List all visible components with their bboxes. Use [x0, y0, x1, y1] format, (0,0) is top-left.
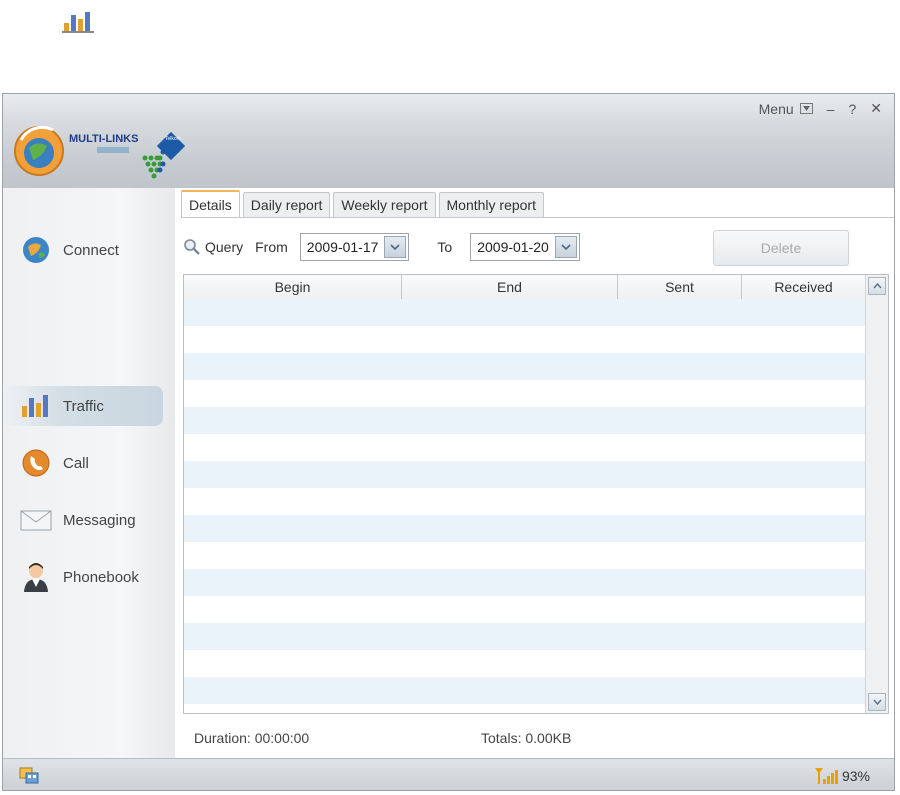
tab-divider: [181, 217, 894, 218]
traffic-details-table: Begin End Sent Received: [183, 274, 889, 714]
status-bar: 93%: [3, 758, 894, 790]
envelope-icon: [19, 503, 53, 537]
from-label: From: [255, 239, 288, 255]
globe-connect-icon: [19, 233, 53, 267]
sidebar-item-traffic[interactable]: Traffic: [3, 386, 163, 426]
table-row: [184, 461, 866, 488]
chevron-down-icon[interactable]: [554, 236, 577, 258]
vertical-scrollbar[interactable]: [865, 275, 888, 713]
query-button[interactable]: Query: [183, 238, 243, 256]
svg-text:Telkom: Telkom: [165, 136, 181, 142]
from-date-picker[interactable]: 2009-01-17: [299, 233, 410, 261]
table-row: [184, 299, 866, 326]
sidebar-item-call[interactable]: Call: [3, 443, 163, 483]
titlebar-controls: Menu – ? ✕: [759, 100, 882, 117]
phone-call-icon: [19, 446, 53, 480]
column-header-sent[interactable]: Sent: [618, 275, 742, 299]
table-row: [184, 704, 866, 713]
menu-button[interactable]: Menu: [759, 101, 813, 117]
delete-button[interactable]: Delete: [713, 230, 849, 266]
column-header-end[interactable]: End: [402, 275, 618, 299]
sidebar-item-label: Messaging: [63, 511, 136, 529]
table-body: [184, 299, 866, 713]
menu-dropdown-icon: [799, 103, 813, 114]
sidebar-item-label: Traffic: [63, 397, 104, 415]
sidebar-item-connect[interactable]: Connect: [3, 230, 163, 270]
table-row: [184, 515, 866, 542]
to-date-value: 2009-01-20: [477, 239, 549, 255]
column-header-received[interactable]: Received: [742, 275, 866, 299]
table-row: [184, 407, 866, 434]
table-row: [184, 650, 866, 677]
app-window: Menu – ? ✕ MULTI-LINKS Telkom Connect Tr…: [2, 93, 895, 791]
table-row: [184, 380, 866, 407]
column-header-begin[interactable]: Begin: [184, 275, 402, 299]
menu-label: Menu: [758, 100, 794, 117]
table-row: [184, 542, 866, 569]
signal-strength-icon: [814, 767, 840, 788]
from-date-value: 2009-01-17: [306, 239, 379, 255]
content-panel: Details Daily report Weekly report Month…: [175, 188, 894, 758]
table-row: [184, 434, 866, 461]
table-header: Begin End Sent Received: [184, 275, 866, 300]
network-status-icon[interactable]: [19, 766, 41, 789]
multilinks-logo: MULTI-LINKS Telkom: [13, 116, 233, 186]
tab-monthly-report[interactable]: Monthly report: [438, 192, 544, 217]
close-button[interactable]: ✕: [870, 100, 882, 117]
chevron-down-icon[interactable]: [384, 236, 407, 258]
sidebar-item-label: Call: [63, 454, 89, 472]
minimize-button[interactable]: –: [827, 101, 835, 117]
table-row: [184, 488, 866, 515]
traffic-bar-chart-icon: [62, 11, 96, 33]
query-label: Query: [205, 239, 244, 255]
query-row: Query From 2009-01-17 To 2009-01-20 Dele…: [183, 230, 883, 266]
magnifier-icon: [183, 238, 201, 256]
traffic-summary: Duration: 00:00:00 Totals: 0.00KB: [194, 730, 571, 746]
tab-weekly-report[interactable]: Weekly report: [333, 192, 436, 217]
report-tabs: Details Daily report Weekly report Month…: [181, 190, 547, 218]
sidebar-item-messaging[interactable]: Messaging: [3, 500, 163, 540]
signal-percent: 93%: [841, 768, 870, 784]
help-button[interactable]: ?: [848, 101, 856, 117]
scroll-down-button[interactable]: [868, 693, 886, 711]
to-label: To: [437, 239, 453, 255]
table-row: [184, 596, 866, 623]
sidebar-item-label: Phonebook: [63, 568, 139, 586]
header: Menu – ? ✕ MULTI-LINKS Telkom: [3, 94, 894, 188]
bar-chart-icon: [19, 389, 53, 423]
svg-text:MULTI-LINKS: MULTI-LINKS: [69, 133, 138, 145]
table-row: [184, 353, 866, 380]
to-date-picker[interactable]: 2009-01-20: [470, 233, 580, 261]
scroll-up-button[interactable]: [868, 277, 886, 295]
table-row: [184, 623, 866, 650]
table-row: [184, 326, 866, 353]
table-row: [184, 569, 866, 596]
totals-text: Totals: 0.00KB: [481, 730, 572, 746]
tab-daily-report[interactable]: Daily report: [242, 192, 331, 217]
duration-text: Duration: 00:00:00: [194, 730, 310, 746]
person-icon: [19, 560, 53, 594]
sidebar: Connect Traffic Call Messaging Phonebook: [3, 188, 175, 758]
sidebar-item-phonebook[interactable]: Phonebook: [3, 557, 163, 597]
sidebar-item-label: Connect: [63, 241, 119, 259]
tab-details[interactable]: Details: [181, 190, 240, 218]
table-row: [184, 677, 866, 704]
